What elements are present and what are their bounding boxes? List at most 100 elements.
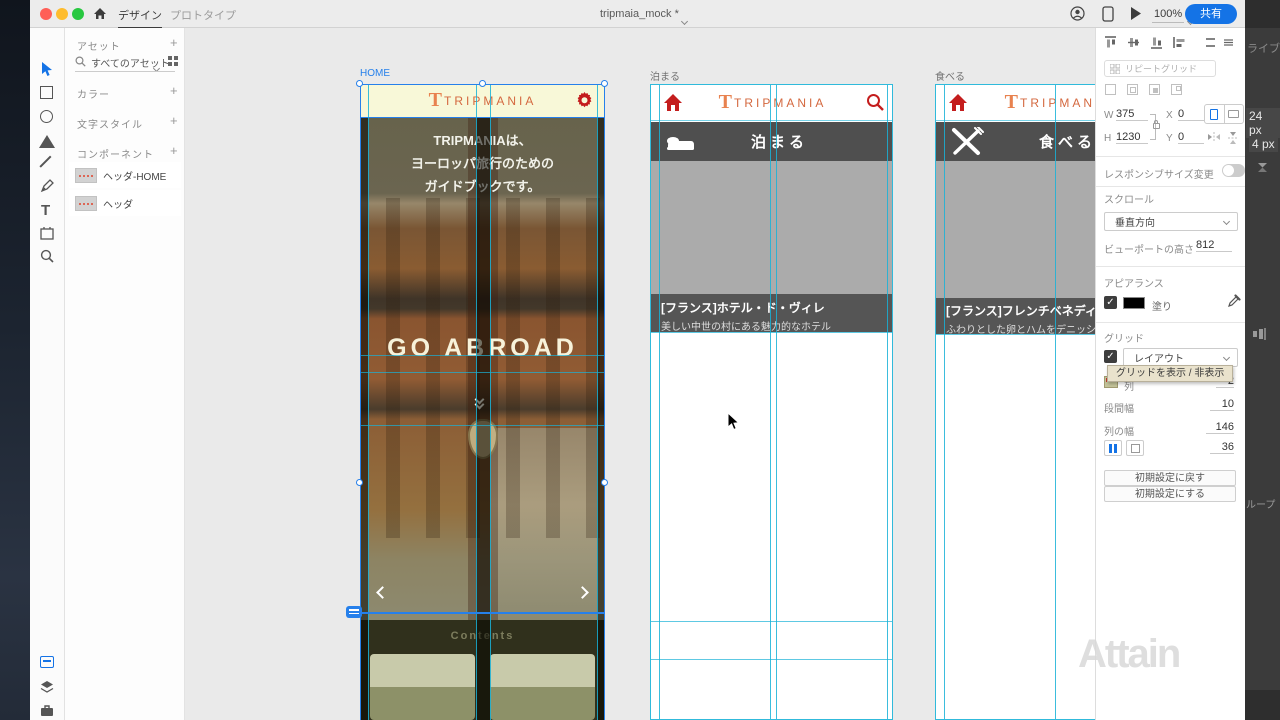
home-icon[interactable] [948,93,968,112]
fill-color-swatch[interactable] [1123,297,1145,309]
x-input[interactable]: 0 [1178,108,1204,121]
boolean-add-icon[interactable] [1105,84,1116,95]
artboard-eat-label[interactable]: 食べる [935,68,965,83]
distribute-horizontal-icon[interactable] [1222,36,1235,49]
selection-handle[interactable] [356,479,363,486]
repeat-grid-button[interactable]: リピートグリッド [1104,60,1216,77]
play-icon[interactable] [1130,7,1142,20]
traffic-light-minimize-button[interactable] [56,8,68,20]
traffic-light-zoom-button[interactable] [72,8,84,20]
stay-category-bar[interactable]: 泊まる [651,122,893,161]
assets-panel-toggle-icon[interactable] [40,656,54,668]
selection-handle[interactable] [479,80,486,87]
tab-prototype[interactable]: プロトタイプ [170,7,236,23]
grid-checkbox[interactable]: ✓ [1104,350,1117,363]
home-header[interactable]: T TRIPMANIA [360,84,605,118]
line-tool-icon[interactable] [39,156,51,168]
margin-input[interactable]: 36 [1210,441,1234,454]
stay-header[interactable]: T TRIPMANIA [651,85,893,121]
traffic-light-close-button[interactable] [40,8,52,20]
plugins-panel-toggle-icon[interactable] [40,704,54,717]
align-top-icon[interactable] [1104,36,1117,49]
gear-icon[interactable] [576,92,593,109]
zoom-level-dropdown[interactable]: 100% [1152,8,1184,23]
scroll-direction-dropdown[interactable]: 垂直方向 [1104,212,1238,231]
landscape-orientation-button[interactable] [1225,105,1244,123]
artboard-stay-label[interactable]: 泊まる [650,68,680,83]
pen-tool-icon[interactable] [40,179,54,193]
assets-add-button[interactable]: + [170,35,178,50]
align-middle-icon[interactable] [1127,36,1140,49]
selection-handle[interactable] [356,80,363,87]
width-input[interactable]: 375 [1116,108,1148,121]
viewport-height-marker[interactable] [346,606,362,618]
column-width-input[interactable]: 146 [1206,421,1234,434]
eyedropper-icon[interactable] [1228,294,1241,307]
align-center-icon[interactable] [1204,36,1217,49]
boolean-exclude-icon[interactable] [1171,84,1182,95]
rectangle-tool-icon[interactable] [40,86,53,99]
component-item-header-home[interactable]: ヘッダ-HOME [69,162,181,188]
ellipse-tool-icon[interactable] [40,110,53,123]
viewport-bottom-line [360,612,605,614]
align-bottom-icon[interactable] [1150,36,1163,49]
stay-image-placeholder[interactable] [651,161,893,294]
flip-vertical-icon[interactable] [1228,132,1238,144]
artboard-stay[interactable]: T TRIPMANIA 泊まる [フランス]ホテル・ド・ヴィレ 美しい中世の村に… [650,84,893,720]
contents-card[interactable] [370,654,475,720]
account-icon[interactable] [1070,6,1085,21]
device-preview-icon[interactable] [1102,6,1114,22]
height-label: H [1104,133,1111,144]
polygon-tool-icon[interactable] [39,135,55,148]
artboard-home[interactable]: T TRIPMANIA TRIPMANIAは、 ヨーロッパ旅行のための ガイドブ… [360,84,605,720]
responsive-resize-toggle[interactable] [1222,164,1245,177]
y-input[interactable]: 0 [1178,131,1204,144]
portrait-orientation-button[interactable] [1205,105,1225,123]
divider [1096,266,1246,267]
assets-components-add-button[interactable]: + [170,143,178,158]
artboard-home-label[interactable]: HOME [360,68,390,79]
fill-checkbox[interactable]: ✓ [1104,296,1117,309]
boolean-intersect-icon[interactable] [1149,84,1160,95]
reset-defaults-button[interactable]: 初期設定に戻す [1104,470,1236,486]
gutter-input[interactable]: 10 [1210,398,1234,411]
selection-handle[interactable] [601,479,608,486]
zoom-tool-icon[interactable] [40,249,54,263]
stay-card-caption[interactable]: [フランス]ホテル・ド・ヴィレ 美しい中世の村にある魅力的なホテル [651,294,893,332]
document-title-chevron-icon[interactable] [682,11,687,29]
tab-design[interactable]: デザイン [118,7,162,29]
titlebar[interactable]: デザイン プロトタイプ tripmaia_mock * 100% 共有 [30,0,1245,28]
text-tool-icon[interactable]: T [41,202,50,219]
carousel-next-icon[interactable] [578,584,587,602]
component-item-header[interactable]: ヘッダ [69,190,181,216]
select-tool-icon[interactable] [41,62,54,77]
home-icon[interactable] [663,93,683,112]
contents-card[interactable] [490,654,595,720]
guide-line [360,355,605,356]
selection-handle[interactable] [601,80,608,87]
guide-line [659,85,660,720]
margin-layout-button[interactable] [1126,440,1144,456]
guide-line [360,372,605,373]
align-left-icon[interactable] [1173,36,1186,49]
flip-horizontal-icon[interactable] [1208,132,1220,142]
height-input[interactable]: 1230 [1116,131,1148,144]
home-icon[interactable] [92,6,108,22]
assets-colors-add-button[interactable]: + [170,83,178,98]
assets-search-chevron-icon[interactable] [154,58,159,76]
document-title[interactable]: tripmaia_mock * [600,8,679,20]
assets-grid-view-icon[interactable] [168,56,178,66]
column-layout-button[interactable] [1104,440,1122,456]
lock-icon[interactable] [1153,123,1160,129]
assets-text-styles-add-button[interactable]: + [170,113,178,128]
set-defaults-button[interactable]: 初期設定にする [1104,486,1236,502]
orientation-toggle-group [1204,104,1244,124]
carousel-prev-icon[interactable] [378,584,387,602]
layers-panel-toggle-icon[interactable] [40,680,54,694]
boolean-subtract-icon[interactable] [1127,84,1138,95]
share-button[interactable]: 共有 [1185,4,1237,24]
guide-line [776,85,777,720]
viewport-height-input[interactable]: 812 [1196,239,1232,252]
artboard-tool-icon[interactable] [40,226,54,240]
search-icon[interactable] [866,93,884,111]
